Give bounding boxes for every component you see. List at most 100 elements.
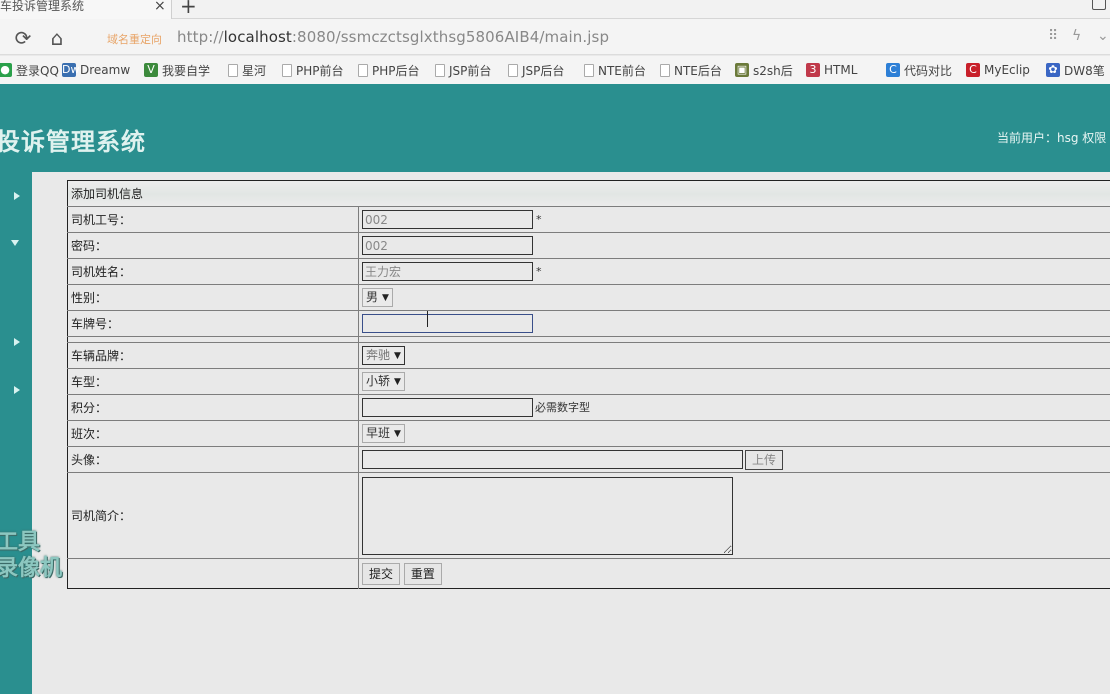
tab-title: 车投诉管理系统 xyxy=(0,0,85,13)
bookmark-label: PHP后台 xyxy=(372,63,420,78)
myeclipse-icon: C xyxy=(966,63,980,77)
recorder-watermark: 工具 录像机 xyxy=(0,530,62,582)
shift-label: 班次： xyxy=(67,420,359,447)
gender-select[interactable]: 男 ▼ xyxy=(362,288,393,307)
points-label: 积分： xyxy=(67,394,359,421)
app-header: 投诉管理系统 当前用户：hsg 权限 xyxy=(0,84,1110,172)
points-input[interactable] xyxy=(362,398,533,417)
url-scheme: http:// xyxy=(177,28,224,46)
form-row-plate-no: 车牌号： xyxy=(67,310,1110,337)
vue-icon: V xyxy=(144,63,158,77)
chevron-down-icon: ▼ xyxy=(382,293,389,303)
browser-tab-bar: 车投诉管理系统 × + xyxy=(0,0,1110,19)
form-caption: 添加司机信息 xyxy=(67,180,1110,207)
shift-selected-value: 早班 xyxy=(366,426,391,440)
bookmark-label: 我要自学 xyxy=(162,63,211,78)
bookmark-item[interactable]: Dw Dreamw xyxy=(62,62,130,78)
form-row-car-type: 车型： 小轿 ▼ xyxy=(67,368,1110,395)
qr-code-icon[interactable]: ⠿ xyxy=(1048,28,1058,44)
gender-label: 性别： xyxy=(67,284,359,311)
brand-selected-value: 奔驰 xyxy=(366,348,391,362)
bookmarks-bar: ● 登录QQ Dw Dreamw V 我要自学 星河 PHP前台 PHP后台 JSP前台 JSP后台… xyxy=(0,56,1110,84)
upload-button[interactable]: 上传 xyxy=(745,449,784,470)
reload-icon[interactable]: ⟳ xyxy=(12,27,34,49)
bookmark-label: JSP后台 xyxy=(522,63,565,78)
image-icon: ▣ xyxy=(735,63,749,77)
bookmark-item[interactable]: NTE后台 xyxy=(660,62,722,78)
sidebar-collapse-arrow-icon[interactable] xyxy=(11,240,19,246)
driver-name-input[interactable] xyxy=(362,262,533,281)
driver-no-label: 司机工号： xyxy=(67,206,359,233)
intro-label: 司机简介： xyxy=(67,472,359,559)
bookmark-label: NTE前台 xyxy=(598,63,646,78)
new-tab-button[interactable]: + xyxy=(180,0,197,16)
shirt-icon[interactable] xyxy=(1092,0,1106,10)
form-row-actions: 提交 重置 xyxy=(67,558,1110,589)
browser-tab[interactable]: 车投诉管理系统 × xyxy=(0,0,172,19)
bookmark-label: DW8笔 xyxy=(1064,63,1105,78)
bookmark-item[interactable]: C 代码对比 xyxy=(886,62,952,78)
form-row-points: 积分： 必需数字型 xyxy=(67,394,1110,421)
bookmark-label: 星河 xyxy=(242,63,267,78)
bookmark-item[interactable]: C MyEclip xyxy=(966,62,1030,78)
bookmark-item[interactable]: ✿ DW8笔 xyxy=(1046,62,1105,78)
url-input[interactable]: http://localhost:8080/ssmczctsglxthsg580… xyxy=(177,28,609,46)
qq-icon: ● xyxy=(0,63,12,77)
sidebar-expand-arrow-icon[interactable] xyxy=(14,386,20,394)
bookmark-label: HTML xyxy=(824,63,858,77)
car-type-selected-value: 小轿 xyxy=(366,374,391,388)
chevron-down-icon: ▼ xyxy=(394,429,401,439)
submit-button[interactable]: 提交 xyxy=(362,562,401,585)
bookmark-label: JSP前台 xyxy=(449,63,492,78)
dropdown-icon[interactable]: ⌄ xyxy=(1097,28,1109,44)
required-mark: * xyxy=(536,265,542,278)
bookmark-item[interactable]: JSP后台 xyxy=(508,62,564,78)
bookmark-item[interactable]: JSP前台 xyxy=(435,62,491,78)
points-hint: 必需数字型 xyxy=(535,401,590,414)
bookmark-item[interactable]: 星河 xyxy=(228,62,266,78)
shift-select[interactable]: 早班 ▼ xyxy=(362,424,405,443)
bookmark-item[interactable]: V 我要自学 xyxy=(144,62,210,78)
bookmark-label: s2sh后 xyxy=(753,63,793,78)
avatar-label: 头像： xyxy=(67,446,359,473)
avatar-path-input[interactable] xyxy=(362,450,743,469)
close-tab-icon[interactable]: × xyxy=(154,0,166,13)
bookmark-label: MyEclip xyxy=(984,63,1030,77)
driver-no-input[interactable] xyxy=(362,210,533,229)
bookmark-item[interactable]: NTE前台 xyxy=(584,62,646,78)
page-icon xyxy=(508,63,518,77)
sidebar-expand-arrow-icon[interactable] xyxy=(14,192,20,200)
form-row-avatar: 头像： 上传 xyxy=(67,446,1110,473)
plate-no-label: 车牌号： xyxy=(67,310,359,337)
intro-textarea[interactable] xyxy=(362,476,733,555)
sidebar xyxy=(0,172,32,694)
password-input[interactable] xyxy=(362,236,533,255)
bookmark-item[interactable]: 3 HTML xyxy=(806,62,857,78)
page-icon xyxy=(282,63,292,77)
car-type-select[interactable]: 小轿 ▼ xyxy=(362,372,405,391)
system-title: 投诉管理系统 xyxy=(0,127,146,156)
driver-name-label: 司机姓名： xyxy=(67,258,359,285)
bookmark-label: NTE后台 xyxy=(674,63,722,78)
bookmark-item[interactable]: ● 登录QQ xyxy=(0,62,59,78)
main-content: 添加司机信息 司机工号： * 密码： 司机姓名： * 性别： 男▼ 车牌号： 车… xyxy=(32,172,1110,694)
dreamweaver-icon: Dw xyxy=(62,63,80,77)
actions-label-cell xyxy=(67,558,359,589)
car-type-label: 车型： xyxy=(67,368,359,395)
bookmark-item[interactable]: ▣ s2sh后 xyxy=(735,62,793,78)
bookmark-item[interactable]: PHP前台 xyxy=(282,62,344,78)
paw-icon: ✿ xyxy=(1046,63,1060,77)
form-row-gender: 性别： 男 ▼ xyxy=(67,284,1110,311)
bookmark-item[interactable]: PHP后台 xyxy=(358,62,420,78)
lightning-icon[interactable]: ϟ xyxy=(1072,28,1081,44)
reset-button[interactable]: 重置 xyxy=(403,562,442,585)
form-row-driver-no: 司机工号： * xyxy=(67,206,1110,233)
brand-select[interactable]: 奔驰 ▼ xyxy=(362,346,405,365)
password-label: 密码： xyxy=(67,232,359,259)
bookmark-label: PHP前台 xyxy=(296,63,344,78)
home-icon[interactable]: ⌂ xyxy=(46,27,68,49)
plate-no-input[interactable] xyxy=(362,314,533,333)
sidebar-expand-arrow-icon[interactable] xyxy=(14,338,20,346)
gender-selected-value: 男 xyxy=(366,290,379,304)
url-path: :8080/ssmczctsglxthsg5806AIB4/main.jsp xyxy=(291,28,610,46)
